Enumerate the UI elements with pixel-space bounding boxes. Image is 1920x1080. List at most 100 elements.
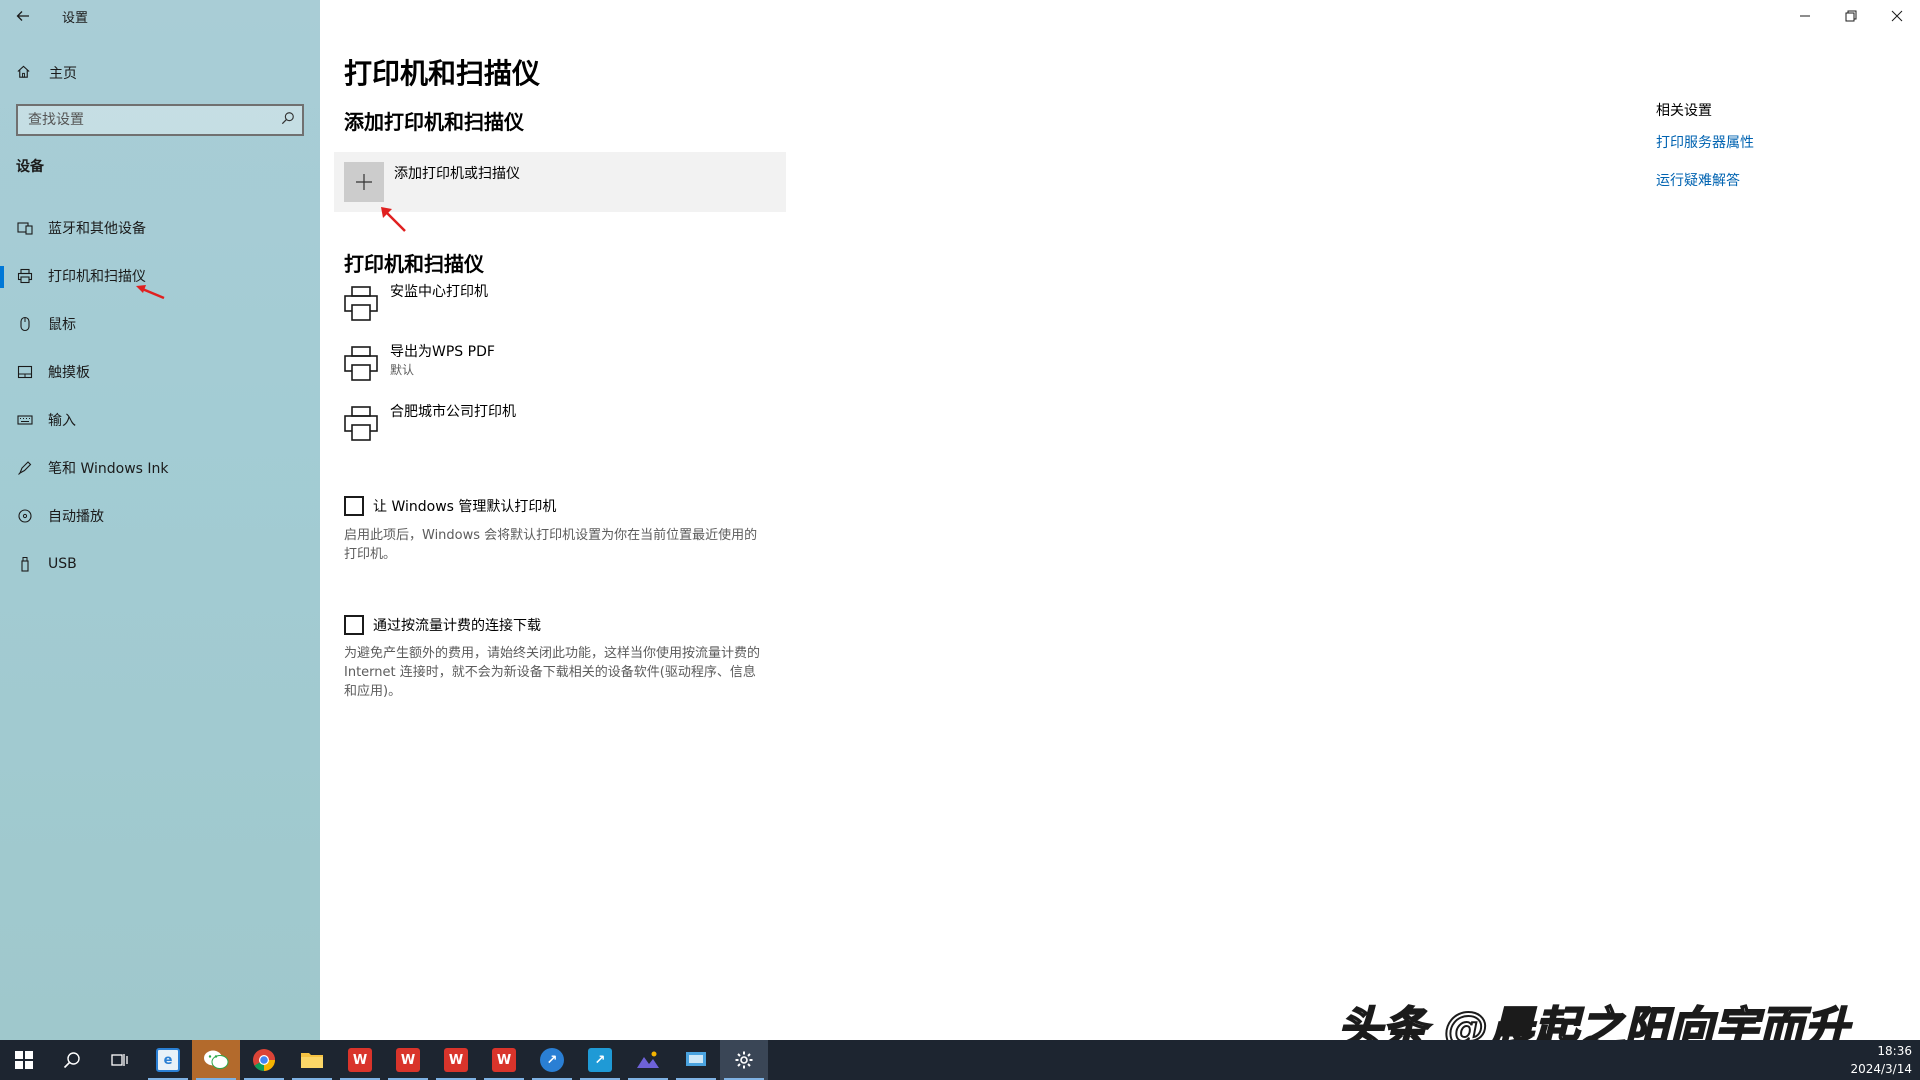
window-controls	[1782, 0, 1920, 32]
sidebar-item-label: 触摸板	[48, 365, 90, 381]
taskbar-app-photos[interactable]	[624, 1040, 672, 1080]
taskbar-app-wps-2[interactable]: W	[384, 1040, 432, 1080]
metered-label: 通过按流量计费的连接下载	[373, 618, 541, 634]
add-printer-label: 添加打印机或扫描仪	[394, 166, 520, 182]
taskbar-app-wps-4[interactable]: W	[480, 1040, 528, 1080]
home-label: 主页	[49, 66, 77, 82]
printer-item[interactable]: 导出为WPS PDF 默认	[344, 342, 804, 402]
taskbar-app-feather-1[interactable]: ↗	[528, 1040, 576, 1080]
manage-default-label: 让 Windows 管理默认打印机	[373, 499, 557, 515]
windows-logo-icon	[15, 1051, 33, 1069]
taskbar-search-button[interactable]	[48, 1040, 96, 1080]
taskbar-app-wps-3[interactable]: W	[432, 1040, 480, 1080]
search-box[interactable]	[16, 104, 304, 136]
description-line: 打印机。	[344, 547, 397, 562]
start-button[interactable]	[0, 1040, 48, 1080]
main-content: 打印机和扫描仪 添加打印机和扫描仪 添加打印机或扫描仪 打印机和扫描仪 安监中心…	[334, 0, 1574, 1040]
manage-default-row: 让 Windows 管理默认打印机	[344, 496, 556, 516]
printer-name: 合肥城市公司打印机	[390, 404, 516, 420]
page-title: 打印机和扫描仪	[344, 57, 541, 90]
taskbar-clock[interactable]: 18:36 2024/3/14	[1832, 1040, 1912, 1080]
sidebar-item-label: USB	[48, 556, 77, 572]
title-bar: 设置	[0, 0, 320, 32]
metered-description: 为避免产生额外的费用，请始终关闭此功能，这样当你使用按流量计费的 Interne…	[344, 644, 824, 701]
sidebar-item-touchpad[interactable]: 触摸板	[0, 348, 320, 396]
annotation-arrow-icon	[381, 207, 406, 232]
printer-icon	[16, 268, 34, 284]
taskbar-app-feather-2[interactable]: ↗	[576, 1040, 624, 1080]
wps-icon: W	[492, 1048, 516, 1072]
search-input[interactable]	[18, 112, 274, 128]
chrome-icon	[253, 1049, 275, 1071]
search-icon[interactable]	[274, 111, 302, 129]
description-line: Internet 连接时，就不会为新设备下载相关的设备软件(驱动程序、信息	[344, 665, 756, 680]
touchpad-icon	[16, 364, 34, 380]
taskbar: e W W W W ↗ ↗	[0, 1040, 1920, 1080]
printer-name: 安监中心打印机	[390, 284, 488, 300]
description-line: 启用此项后，Windows 会将默认打印机设置为你在当前位置最近使用的	[344, 528, 758, 543]
taskbar-app-wps-1[interactable]: W	[336, 1040, 384, 1080]
taskbar-app-chrome[interactable]	[240, 1040, 288, 1080]
home-link[interactable]: 主页	[16, 62, 77, 84]
close-button[interactable]	[1874, 0, 1920, 32]
related-heading: 相关设置	[1656, 103, 1712, 119]
clock-time: 18:36	[1877, 1044, 1912, 1058]
gear-icon	[735, 1051, 753, 1069]
annotation-arrow-icon	[136, 285, 165, 300]
minimize-button[interactable]	[1782, 0, 1828, 32]
sidebar-item-label: 自动播放	[48, 509, 104, 525]
sidebar-item-bluetooth[interactable]: 蓝牙和其他设备	[0, 204, 320, 252]
usb-icon	[16, 556, 34, 572]
taskbar-app-explorer[interactable]	[288, 1040, 336, 1080]
globe-app-icon: e	[156, 1048, 180, 1072]
minimize-icon	[1800, 15, 1810, 17]
description-line: 和应用)。	[344, 684, 402, 699]
related-settings: 相关设置 打印服务器属性 运行疑难解答	[1656, 100, 1876, 208]
wps-icon: W	[348, 1048, 372, 1072]
wps-icon: W	[444, 1048, 468, 1072]
printer-icon	[344, 286, 378, 321]
sidebar-item-typing[interactable]: 输入	[0, 396, 320, 444]
bluetooth-devices-icon	[16, 220, 34, 236]
home-icon	[16, 64, 32, 83]
task-view-icon	[111, 1054, 128, 1066]
sidebar-nav: 蓝牙和其他设备 打印机和扫描仪 鼠标 触摸板 输入 笔和 Windows Ink…	[0, 204, 320, 588]
manage-default-description: 启用此项后，Windows 会将默认打印机设置为你在当前位置最近使用的 打印机。	[344, 526, 804, 564]
printer-item[interactable]: 安监中心打印机	[344, 282, 804, 342]
restore-icon	[1845, 10, 1857, 22]
metered-checkbox[interactable]	[344, 615, 364, 635]
mountain-app-icon	[637, 1051, 659, 1068]
pen-icon	[16, 460, 34, 476]
printer-icon	[344, 346, 378, 381]
restore-button[interactable]	[1828, 0, 1874, 32]
metered-row: 通过按流量计费的连接下载	[344, 615, 541, 635]
taskbar-app-browser[interactable]: e	[144, 1040, 192, 1080]
sidebar-item-usb[interactable]: USB	[0, 540, 320, 588]
printer-name: 导出为WPS PDF	[390, 344, 495, 360]
feather-app-icon: ↗	[588, 1048, 612, 1072]
sidebar-item-pen[interactable]: 笔和 Windows Ink	[0, 444, 320, 492]
print-server-properties-link[interactable]: 打印服务器属性	[1656, 132, 1876, 152]
feather-app-icon: ↗	[540, 1048, 564, 1072]
troubleshooter-link[interactable]: 运行疑难解答	[1656, 170, 1876, 190]
printer-list: 安监中心打印机 导出为WPS PDF 默认 合肥城市公司打印机	[344, 282, 804, 462]
close-icon	[1891, 10, 1903, 22]
sidebar-item-mouse[interactable]: 鼠标	[0, 300, 320, 348]
printer-icon	[344, 406, 378, 441]
printers-section-title: 打印机和扫描仪	[344, 252, 484, 276]
section-heading: 设备	[16, 159, 44, 175]
printer-item[interactable]: 合肥城市公司打印机	[344, 402, 804, 462]
remote-desktop-icon	[686, 1052, 706, 1066]
clock-date: 2024/3/14	[1850, 1062, 1912, 1076]
autoplay-icon	[16, 508, 34, 524]
sidebar-item-autoplay[interactable]: 自动播放	[0, 492, 320, 540]
taskbar-app-settings[interactable]	[720, 1040, 768, 1080]
taskbar-app-wechat[interactable]	[192, 1040, 240, 1080]
back-button[interactable]	[0, 0, 46, 32]
task-view-button[interactable]	[96, 1040, 144, 1080]
taskbar-app-remote[interactable]	[672, 1040, 720, 1080]
manage-default-checkbox[interactable]	[344, 496, 364, 516]
add-printer-button[interactable]: 添加打印机或扫描仪	[334, 152, 786, 212]
printer-status: 默认	[390, 363, 415, 377]
sidebar-item-label: 输入	[48, 413, 76, 429]
